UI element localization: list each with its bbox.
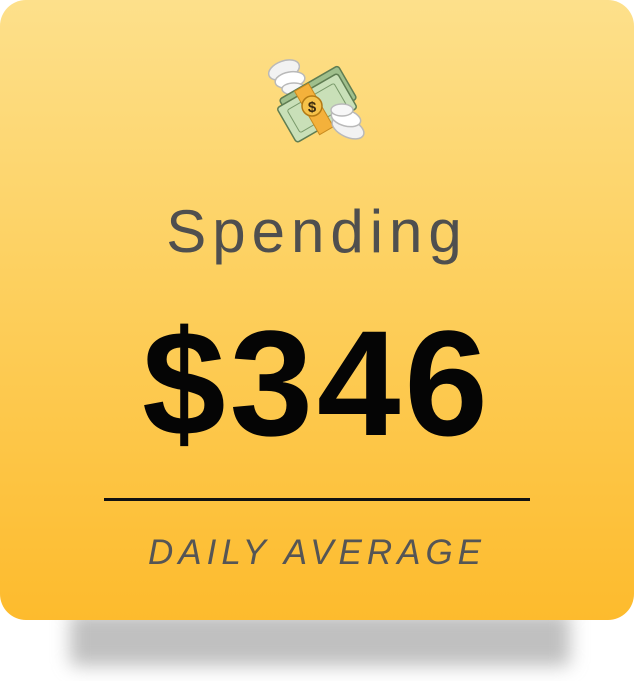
right-wing-icon [330, 103, 365, 140]
card-caption: DAILY AVERAGE [147, 533, 487, 572]
svg-text:$: $ [308, 99, 317, 116]
spending-card: $ Spending $346 DAILY AVERAGE [0, 0, 634, 620]
card-shadow [70, 612, 570, 666]
spending-amount: $346 [142, 299, 492, 467]
card-title: Spending [166, 198, 468, 265]
money-with-wings-icon: $ [262, 50, 374, 150]
stage: $ Spending $346 DAILY AVERAGE [0, 0, 634, 681]
divider [104, 498, 530, 501]
